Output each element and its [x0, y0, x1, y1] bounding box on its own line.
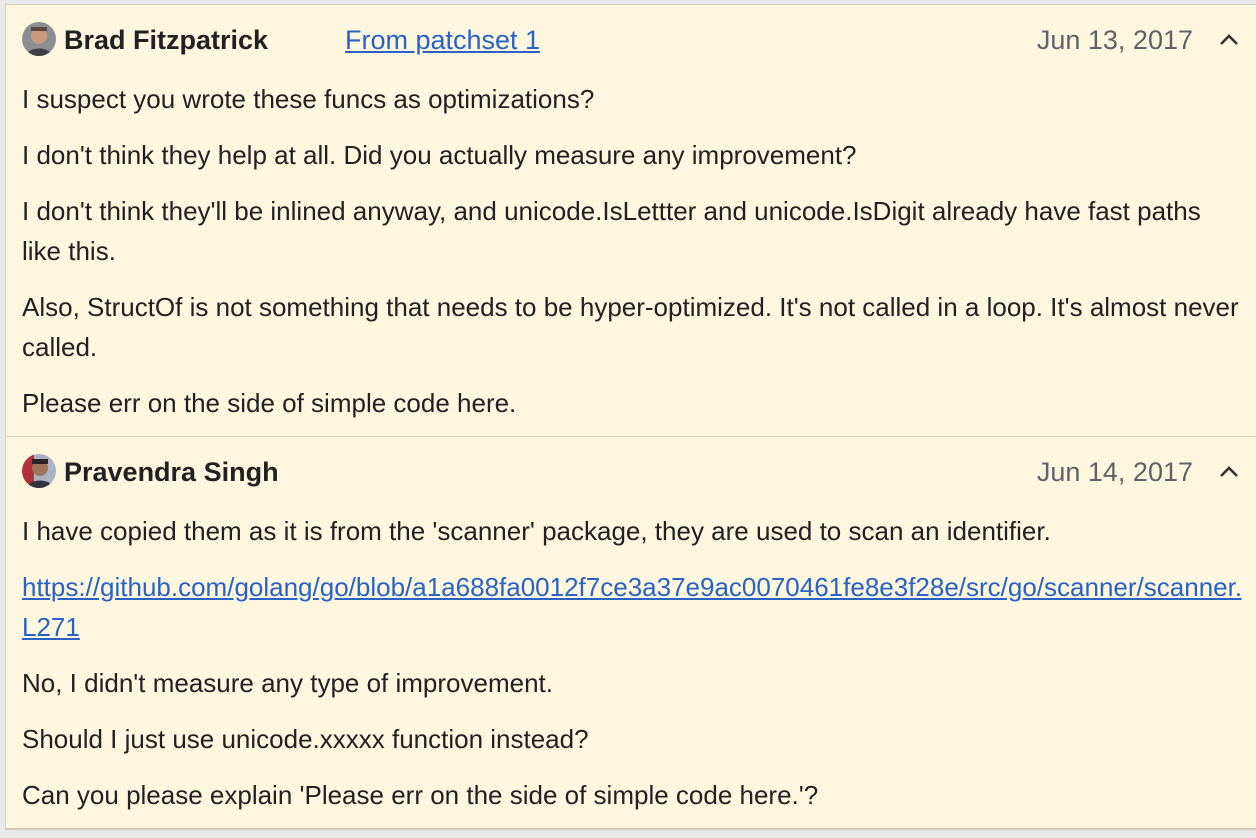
comment-header[interactable]: Pravendra Singh Jun 14, 2017: [22, 437, 1256, 503]
comment-paragraph: I don't think they help at all. Did you …: [22, 140, 857, 170]
chevron-up-icon[interactable]: [1216, 459, 1242, 485]
comment-date: Jun 14, 2017: [1036, 457, 1193, 487]
avatar: [22, 454, 56, 488]
github-link[interactable]: https://github.com/golang/go/blob/a1a688…: [22, 567, 1242, 607]
comment-header[interactable]: Brad Fitzpatrick From patchset 1 Jun 13,…: [22, 5, 1256, 71]
comment-paragraph: Also, StructOf is not something that nee…: [22, 292, 1239, 362]
comment-brad: Brad Fitzpatrick From patchset 1 Jun 13,…: [6, 5, 1256, 437]
comment-paragraph: No, I didn't measure any type of improve…: [22, 668, 553, 698]
chevron-up-icon[interactable]: [1216, 27, 1242, 53]
comment-date: Jun 13, 2017: [1036, 25, 1193, 55]
avatar: [22, 22, 56, 56]
github-link-continuation[interactable]: L271: [22, 612, 80, 642]
author-name[interactable]: Brad Fitzpatrick: [64, 25, 268, 55]
comment-paragraph: I don't think they'll be inlined anyway,…: [22, 196, 1201, 266]
comment-pravendra: Pravendra Singh Jun 14, 2017 I have copi…: [6, 437, 1256, 815]
comment-paragraph: Should I just use unicode.xxxxx function…: [22, 724, 589, 754]
comment-thread: Brad Fitzpatrick From patchset 1 Jun 13,…: [5, 4, 1256, 830]
comment-paragraph: Can you please explain 'Please err on th…: [22, 780, 819, 810]
comment-body: I suspect you wrote these funcs as optim…: [22, 79, 1256, 423]
comment-paragraph: Please err on the side of simple code he…: [22, 388, 517, 418]
comment-paragraph: I have copied them as it is from the 'sc…: [22, 516, 1051, 546]
comment-paragraph: I suspect you wrote these funcs as optim…: [22, 84, 595, 114]
patchset-link[interactable]: From patchset 1: [345, 25, 540, 55]
comment-body: I have copied them as it is from the 'sc…: [22, 511, 1256, 815]
author-name[interactable]: Pravendra Singh: [64, 457, 279, 487]
comment-link-paragraph: https://github.com/golang/go/blob/a1a688…: [22, 567, 1256, 647]
